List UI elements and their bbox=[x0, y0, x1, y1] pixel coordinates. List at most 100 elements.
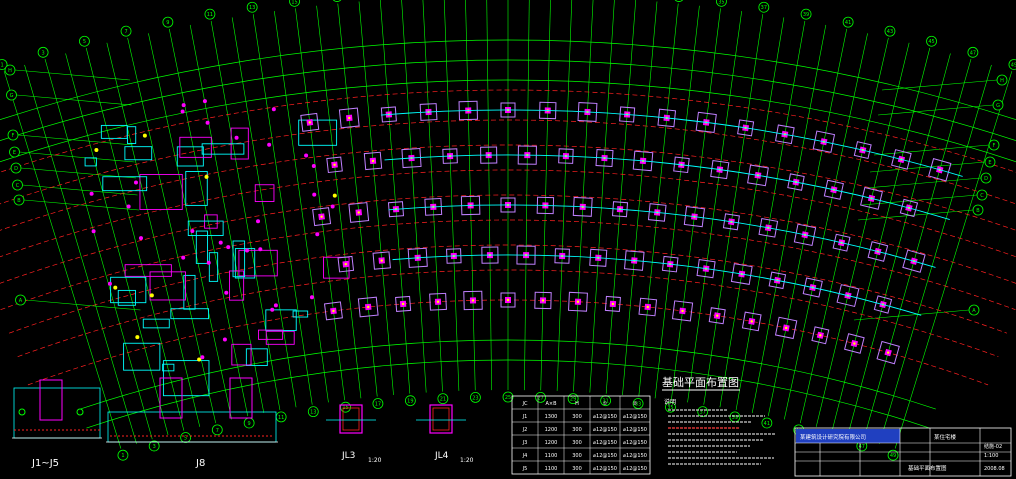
pad-footing bbox=[312, 207, 332, 227]
strip-footing bbox=[254, 184, 275, 202]
table-cell: 1200 bbox=[545, 440, 558, 446]
radial-axis-line bbox=[815, 42, 910, 427]
detail-j1-j5: J1~J5 bbox=[12, 379, 102, 469]
table-cell: ⌀12@150 bbox=[623, 466, 647, 472]
table-cell: ⌀12@150 bbox=[593, 427, 617, 433]
axis-bubble-label: 1 bbox=[0, 62, 3, 68]
strip-footing bbox=[208, 252, 219, 282]
sheet-number: 结施-02 bbox=[984, 443, 1002, 450]
table-cell: ⌀12@150 bbox=[593, 453, 617, 459]
table-cell: J1 bbox=[522, 414, 528, 420]
axis-bubble-label: B bbox=[976, 208, 980, 214]
pad-footing bbox=[741, 311, 762, 332]
axis-bubble-label: G bbox=[10, 93, 14, 99]
radial-axis-line bbox=[3, 71, 122, 449]
table-cell: J2 bbox=[522, 427, 528, 433]
column-marker bbox=[204, 174, 209, 179]
table-cell: 1100 bbox=[545, 466, 558, 472]
column-marker bbox=[197, 357, 202, 362]
axis-bubble-label: 41 bbox=[845, 20, 851, 26]
strip-footing bbox=[124, 146, 153, 161]
column-marker bbox=[181, 255, 186, 260]
column-marker bbox=[206, 260, 211, 265]
column-marker bbox=[94, 147, 99, 152]
column-marker bbox=[312, 192, 317, 197]
pad-footing bbox=[604, 295, 621, 312]
left-axis-line bbox=[16, 94, 132, 106]
axis-grid bbox=[0, 0, 1016, 449]
radial-axis-line bbox=[85, 47, 185, 431]
axis-bubble-label: G bbox=[996, 103, 1000, 109]
radial-axis-line bbox=[337, 3, 378, 397]
axis-bubble-label: 17 bbox=[334, 0, 340, 1]
column-marker bbox=[234, 135, 239, 140]
table-cell: J3 bbox=[522, 440, 528, 446]
axis-bubble-label: 11 bbox=[278, 415, 284, 421]
notes-title: 说明 bbox=[664, 398, 676, 406]
detail-jl4: JL4 1:20 bbox=[416, 404, 474, 464]
column-marker bbox=[190, 228, 195, 233]
axis-bubble-label: 45 bbox=[928, 39, 934, 45]
plan-title: 基础平面布置图 bbox=[662, 376, 739, 389]
column-marker bbox=[181, 103, 186, 108]
axis-bubble-label: 3 bbox=[153, 444, 156, 450]
table-cell: ⌀12@150 bbox=[623, 440, 647, 446]
footing-schedule-table: JC A×B H ① ② J1 1300 300 ⌀12@150 ⌀12@150 J2 1200 300… bbox=[511, 395, 651, 475]
strip-footing bbox=[265, 330, 295, 345]
axis-bubble-label: 3 bbox=[42, 50, 45, 56]
radial-axis-line bbox=[719, 17, 785, 408]
pad-footing bbox=[844, 333, 865, 354]
pad-footing bbox=[372, 251, 391, 270]
column-marker bbox=[218, 240, 223, 245]
column-marker bbox=[202, 99, 207, 104]
axis-bubble-label: C bbox=[16, 183, 20, 189]
axis-bubble-label: A bbox=[19, 298, 23, 304]
radial-axis-line bbox=[622, 1, 658, 396]
radial-axis-line bbox=[189, 24, 265, 414]
table-cell: 1100 bbox=[545, 453, 558, 459]
detail-label-j1-j5: J1~J5 bbox=[31, 458, 59, 469]
axis-bubble-label: 1 bbox=[121, 453, 124, 459]
axis-bubble-label: 5 bbox=[83, 39, 86, 45]
detail-scale-jl4: 1:20 bbox=[460, 457, 474, 464]
column-marker bbox=[200, 355, 205, 360]
axis-bubble-label: 7 bbox=[124, 29, 127, 35]
strip-footing bbox=[100, 124, 128, 139]
detail-label-jl3: JL3 bbox=[341, 451, 355, 461]
axis-bubble-label: D bbox=[14, 166, 18, 172]
axis-bubble-label: 23 bbox=[472, 395, 478, 401]
drawing-scale: 1:100 bbox=[984, 453, 998, 459]
axis-bubble-label: 13 bbox=[249, 5, 255, 11]
table-header-cell: ① bbox=[603, 401, 608, 407]
radial-axis-line bbox=[106, 42, 201, 427]
detail-label-j8: J8 bbox=[195, 458, 205, 469]
pad-footing bbox=[811, 326, 830, 345]
axis-bubble-label: 33 bbox=[676, 0, 682, 1]
column-marker bbox=[135, 335, 140, 340]
strip-footing bbox=[176, 146, 204, 167]
strip-footing bbox=[231, 343, 252, 366]
pad-footing bbox=[338, 107, 360, 129]
column-marker bbox=[304, 153, 309, 158]
radial-axis-line bbox=[316, 5, 362, 399]
radial-axis-line bbox=[767, 28, 848, 417]
axis-bubble-label: D bbox=[984, 176, 988, 182]
pad-footing bbox=[876, 340, 900, 365]
table-cell: J5 bbox=[522, 466, 528, 472]
column-marker bbox=[107, 281, 112, 286]
pad-footing bbox=[708, 307, 726, 325]
radial-axis-line bbox=[831, 47, 931, 431]
table-cell: 300 bbox=[572, 466, 582, 472]
column-marker bbox=[205, 120, 210, 125]
table-cell: 1200 bbox=[545, 427, 558, 433]
table-cell: 300 bbox=[572, 414, 582, 420]
axis-bubble-label: 21 bbox=[440, 397, 446, 403]
column-marker bbox=[270, 307, 275, 312]
left-axis-line bbox=[23, 199, 140, 211]
radial-axis-line bbox=[556, 0, 573, 391]
column-marker bbox=[267, 142, 272, 147]
pad-footing bbox=[363, 151, 383, 171]
table-cell: J4 bbox=[522, 453, 528, 459]
axis-bubble-label: F bbox=[993, 143, 996, 149]
column-marker bbox=[180, 109, 185, 114]
